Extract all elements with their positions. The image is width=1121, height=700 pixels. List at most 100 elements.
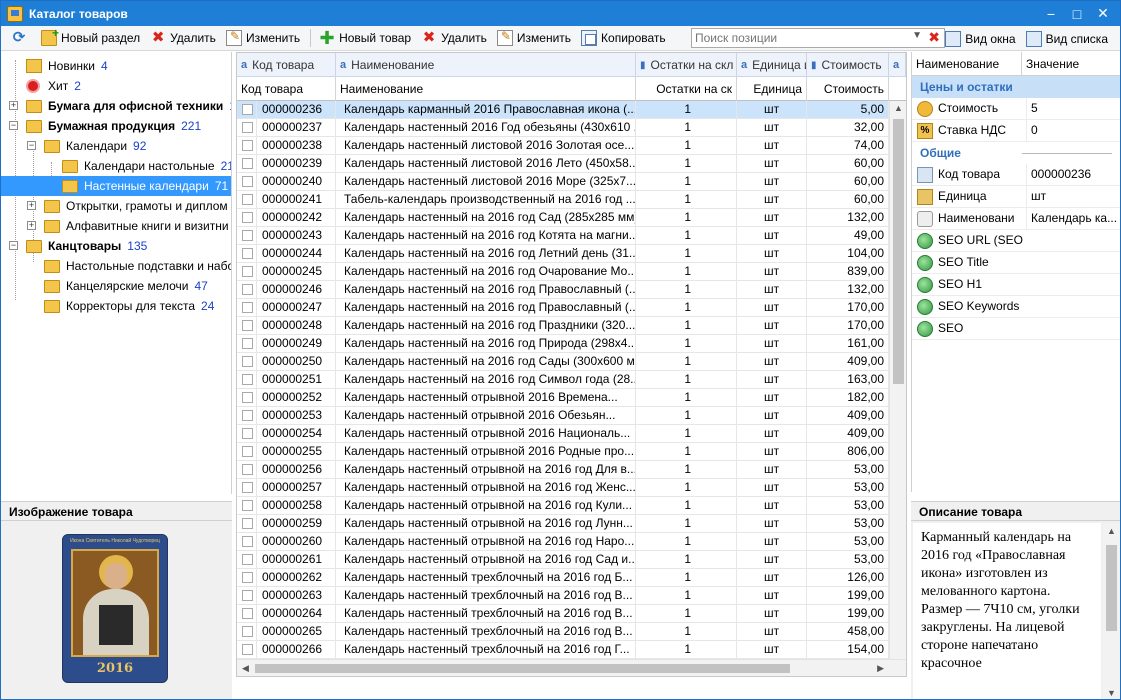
row-checkbox[interactable] bbox=[237, 533, 257, 550]
table-row[interactable]: 000000245 Календарь настенный на 2016 год… bbox=[237, 263, 889, 281]
table-row[interactable]: 000000266 Календарь настенный трехблочный… bbox=[237, 641, 889, 659]
table-row[interactable]: 000000252 Календарь настенный отрывной 20… bbox=[237, 389, 889, 407]
view-window-button[interactable]: Вид окна bbox=[941, 28, 1019, 50]
property-seo-url[interactable]: SEO URL (SEO bbox=[912, 230, 1120, 252]
table-row[interactable]: 000000264 Календарь настенный трехблочный… bbox=[237, 605, 889, 623]
table-row[interactable]: 000000238 Календарь настенный листовой 20… bbox=[237, 137, 889, 155]
table-row[interactable]: 000000255 Календарь настенный отрывной 20… bbox=[237, 443, 889, 461]
tree-item-correctors[interactable]: Корректоры для текста 24 bbox=[44, 296, 220, 316]
property-vat[interactable]: % Ставка НДС 0 bbox=[912, 120, 1120, 142]
scroll-thumb[interactable] bbox=[893, 119, 904, 384]
minimize-button[interactable]: − bbox=[1038, 1, 1064, 26]
new-item-button[interactable]: ✚ Новый товар bbox=[315, 27, 415, 49]
refresh-button[interactable]: ⟳ bbox=[7, 27, 35, 49]
row-checkbox[interactable] bbox=[237, 569, 257, 586]
tree-item-office-trifles[interactable]: Канцелярские мелочи 47 bbox=[44, 276, 214, 296]
filter-header-code[interactable]: a Код товара bbox=[237, 53, 336, 77]
view-list-button[interactable]: Вид списка bbox=[1022, 28, 1112, 50]
row-checkbox[interactable] bbox=[237, 443, 257, 460]
table-row[interactable]: 000000257 Календарь настенный отрывной на… bbox=[237, 479, 889, 497]
table-row[interactable]: 000000244 Календарь настенный на 2016 год… bbox=[237, 245, 889, 263]
row-checkbox[interactable] bbox=[237, 479, 257, 496]
table-row[interactable]: 000000250 Календарь настенный на 2016 год… bbox=[237, 353, 889, 371]
row-checkbox[interactable] bbox=[237, 335, 257, 352]
row-checkbox[interactable] bbox=[237, 623, 257, 640]
row-checkbox[interactable] bbox=[237, 497, 257, 514]
row-checkbox[interactable] bbox=[237, 353, 257, 370]
tree-item-desk-stands[interactable]: Настольные подставки и набо bbox=[44, 256, 231, 276]
property-name[interactable]: Наименовани Календарь ка... bbox=[912, 208, 1120, 230]
table-row[interactable]: 000000254 Календарь настенный отрывной 20… bbox=[237, 425, 889, 443]
row-checkbox[interactable] bbox=[237, 461, 257, 478]
edit-section-button[interactable]: Изменить bbox=[222, 27, 304, 49]
table-row[interactable]: 000000242 Календарь настенный на 2016 год… bbox=[237, 209, 889, 227]
column-header-unit[interactable]: Единица bbox=[737, 77, 807, 101]
row-checkbox[interactable] bbox=[237, 137, 257, 154]
table-row[interactable]: 000000236 Календарь карманный 2016 Правос… bbox=[237, 101, 889, 119]
table-row[interactable]: 000000253 Календарь настенный отрывной 20… bbox=[237, 407, 889, 425]
category-prices[interactable]: Цены и остатки bbox=[912, 76, 1120, 98]
table-row[interactable]: 000000259 Календарь настенный отрывной на… bbox=[237, 515, 889, 533]
table-row[interactable]: 000000237 Календарь настенный 2016 Год об… bbox=[237, 119, 889, 137]
expand-icon[interactable]: + bbox=[9, 101, 18, 110]
tree-item-wall-calendars[interactable]: Настенные календари 71 bbox=[1, 176, 231, 196]
row-checkbox[interactable] bbox=[237, 371, 257, 388]
row-checkbox[interactable] bbox=[237, 407, 257, 424]
table-row[interactable]: 000000246 Календарь настенный на 2016 год… bbox=[237, 281, 889, 299]
table-row[interactable]: 000000256 Календарь настенный отрывной на… bbox=[237, 461, 889, 479]
search-dropdown-icon[interactable]: ▼ bbox=[912, 30, 922, 41]
table-row[interactable]: 000000263 Календарь настенный трехблочный… bbox=[237, 587, 889, 605]
tree-item-calendars[interactable]: − Календари 92 bbox=[27, 136, 152, 156]
row-checkbox[interactable] bbox=[237, 641, 257, 658]
grid-horizontal-scrollbar[interactable]: ◀ ▶ bbox=[237, 659, 906, 676]
column-header-code[interactable]: Код товара bbox=[237, 77, 336, 101]
scroll-right-icon[interactable]: ▶ bbox=[877, 663, 884, 674]
column-header-name[interactable]: Наименование bbox=[336, 77, 636, 101]
property-unit[interactable]: Единица шт bbox=[912, 186, 1120, 208]
collapse-icon[interactable]: − bbox=[9, 241, 18, 250]
collapse-icon[interactable]: − bbox=[27, 141, 36, 150]
maximize-button[interactable]: □ bbox=[1064, 1, 1090, 26]
grid-vertical-scrollbar[interactable]: ▲ bbox=[889, 101, 906, 660]
table-row[interactable]: 000000260 Календарь настенный отрывной на… bbox=[237, 533, 889, 551]
row-checkbox[interactable] bbox=[237, 263, 257, 280]
property-cost[interactable]: Стоимость 5 bbox=[912, 98, 1120, 120]
property-seo[interactable]: SEO bbox=[912, 318, 1120, 340]
tree-item-desk-calendars[interactable]: Календари настольные 21 bbox=[62, 156, 231, 176]
table-row[interactable]: 000000265 Календарь настенный трехблочный… bbox=[237, 623, 889, 641]
row-checkbox[interactable] bbox=[237, 101, 257, 118]
filter-header-unit[interactable]: a Единица и bbox=[737, 53, 807, 77]
row-checkbox[interactable] bbox=[237, 173, 257, 190]
property-seo-keywords[interactable]: SEO Keywords bbox=[912, 296, 1120, 318]
property-seo-title[interactable]: SEO Title bbox=[912, 252, 1120, 274]
expand-icon[interactable]: + bbox=[27, 221, 36, 230]
table-row[interactable]: 000000248 Календарь настенный на 2016 год… bbox=[237, 317, 889, 335]
table-row[interactable]: 000000247 Календарь настенный на 2016 год… bbox=[237, 299, 889, 317]
close-button[interactable]: ✕ bbox=[1090, 1, 1116, 26]
row-checkbox[interactable] bbox=[237, 155, 257, 172]
row-checkbox[interactable] bbox=[237, 227, 257, 244]
scroll-up-icon[interactable]: ▲ bbox=[894, 103, 903, 113]
row-checkbox[interactable] bbox=[237, 317, 257, 334]
row-checkbox[interactable] bbox=[237, 425, 257, 442]
row-checkbox[interactable] bbox=[237, 587, 257, 604]
table-row[interactable]: 000000262 Календарь настенный трехблочный… bbox=[237, 569, 889, 587]
row-checkbox[interactable] bbox=[237, 191, 257, 208]
scroll-down-icon[interactable]: ▼ bbox=[1107, 688, 1116, 698]
scroll-up-icon[interactable]: ▲ bbox=[1107, 526, 1116, 536]
collapse-icon[interactable]: − bbox=[9, 121, 18, 130]
search-input[interactable] bbox=[695, 30, 905, 46]
row-checkbox[interactable] bbox=[237, 281, 257, 298]
table-row[interactable]: 000000239 Календарь настенный листовой 20… bbox=[237, 155, 889, 173]
row-checkbox[interactable] bbox=[237, 605, 257, 622]
row-checkbox[interactable] bbox=[237, 299, 257, 316]
row-checkbox[interactable] bbox=[237, 119, 257, 136]
row-checkbox[interactable] bbox=[237, 209, 257, 226]
row-checkbox[interactable] bbox=[237, 515, 257, 532]
scroll-left-icon[interactable]: ◀ bbox=[242, 663, 249, 674]
filter-header-stock[interactable]: ▮ Остатки на скл bbox=[636, 53, 737, 77]
description-scrollbar[interactable]: ▲ ▼ bbox=[1103, 523, 1120, 699]
tree-item-hit[interactable]: Хит 2 bbox=[26, 76, 87, 96]
copy-button[interactable]: Копировать bbox=[577, 27, 670, 49]
table-row[interactable]: 000000243 Календарь настенный на 2016 год… bbox=[237, 227, 889, 245]
